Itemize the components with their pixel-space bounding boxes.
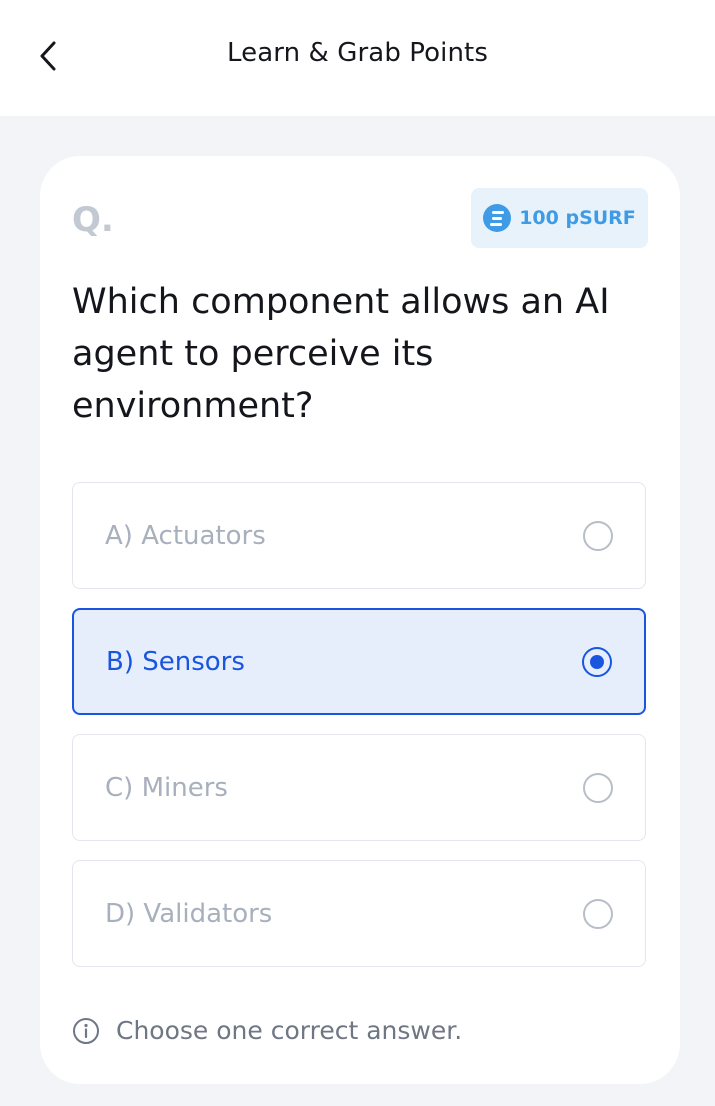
psurf-token-icon [483,204,512,232]
answer-option-c[interactable]: C) Miners [72,734,646,841]
radio-button[interactable] [583,772,613,803]
answer-option-label: C) Miners [105,772,228,803]
hint-text: Choose one correct answer. [116,1016,463,1045]
page-title: Learn & Grab Points [226,38,488,68]
reward-amount: 100 pSURF [519,207,636,229]
question-card: Q. 100 pSURF Which component allows an A… [40,156,680,1084]
answer-option-label: D) Validators [105,898,273,929]
answer-option-b[interactable]: B) Sensors [72,608,646,715]
answer-option-d[interactable]: D) Validators [72,860,646,967]
answer-option-label: A) Actuators [105,520,266,551]
reward-badge: 100 pSURF [471,188,648,248]
answer-option-label: B) Sensors [106,646,245,677]
radio-button-selected[interactable] [582,646,612,677]
question-marker: Q. [72,200,114,240]
top-navigation-bar: Learn & Grab Points [0,0,715,116]
radio-button[interactable] [583,898,613,929]
answer-option-a[interactable]: A) Actuators [72,482,646,589]
question-text: Which component allows an AI agent to pe… [72,282,610,426]
info-icon [73,1017,99,1044]
instruction-hint: Choose one correct answer. [72,1016,462,1045]
radio-button[interactable] [583,520,613,551]
